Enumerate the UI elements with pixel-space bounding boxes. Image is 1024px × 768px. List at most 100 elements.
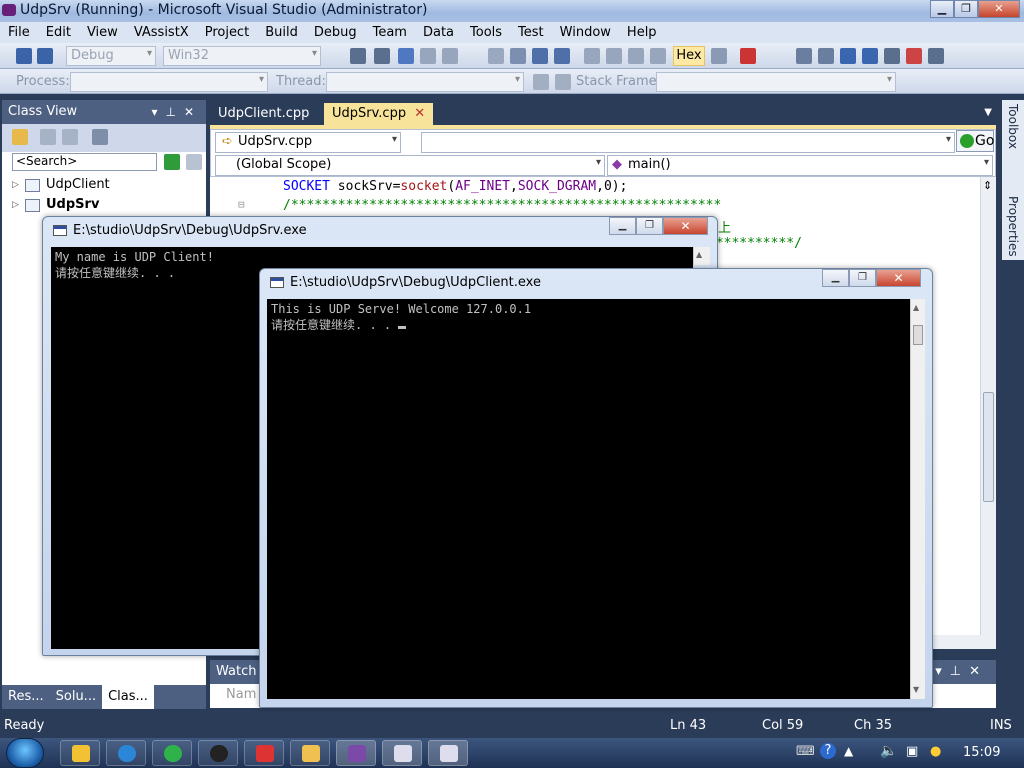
outdent-icon[interactable]: [374, 48, 390, 64]
keyboard-icon[interactable]: ⌨: [796, 744, 815, 759]
tab-udpclient-cpp[interactable]: UdpClient.cpp: [210, 103, 317, 126]
clear-search-icon[interactable]: [186, 154, 202, 170]
menu-vassistx[interactable]: VAssistX: [126, 25, 197, 40]
tab-solution-explorer[interactable]: Solu...: [50, 685, 102, 709]
taskbar-console-2[interactable]: [428, 740, 468, 766]
taskbar-qq[interactable]: [198, 740, 238, 766]
taskbar-ie[interactable]: [106, 740, 146, 766]
open-file-icon[interactable]: [862, 48, 878, 64]
menu-edit[interactable]: Edit: [38, 25, 79, 40]
show-next-statement-icon[interactable]: [650, 48, 666, 64]
close-button[interactable]: ✕: [978, 0, 1020, 18]
close-tab-icon[interactable]: ✕: [414, 106, 425, 121]
restart-icon[interactable]: [554, 48, 570, 64]
console-close-button[interactable]: ✕: [876, 269, 921, 287]
step-out-icon[interactable]: [628, 48, 644, 64]
hex-toggle-button[interactable]: Hex: [673, 46, 705, 66]
forward-icon[interactable]: [62, 129, 78, 145]
tab-udpsrv-cpp[interactable]: UdpSrv.cpp ✕: [324, 103, 434, 126]
flag-icon[interactable]: [533, 74, 549, 90]
step-over-icon[interactable]: [606, 48, 622, 64]
menu-file[interactable]: File: [0, 25, 38, 40]
panel-controls[interactable]: ▾⊥✕: [151, 100, 202, 124]
find-icon[interactable]: [796, 48, 812, 64]
editor-vertical-scrollbar[interactable]: ⇕: [980, 177, 996, 635]
file-combo[interactable]: ➪ UdpSrv.cpp: [215, 132, 401, 153]
console-window-udpclient[interactable]: E:\studio\UdpSrv\Debug\UdpClient.exe ▁ ❐…: [259, 268, 933, 708]
braces-icon[interactable]: [884, 48, 900, 64]
menu-tools[interactable]: Tools: [462, 25, 510, 40]
step-into-icon[interactable]: [584, 48, 600, 64]
maximize-button[interactable]: ❐: [954, 0, 978, 18]
menu-test[interactable]: Test: [510, 25, 552, 40]
search-go-icon[interactable]: [164, 154, 180, 170]
comment-icon[interactable]: [398, 48, 414, 64]
next-bookmark-icon[interactable]: [442, 48, 458, 64]
console-scroll-thumb[interactable]: [913, 325, 923, 345]
taskbar-explorer[interactable]: [290, 740, 330, 766]
console-maximize-button[interactable]: ❐: [636, 217, 663, 235]
menu-project[interactable]: Project: [197, 25, 257, 40]
indent-icon[interactable]: [350, 48, 366, 64]
properties-tab[interactable]: Properties: [1006, 196, 1020, 257]
pause-icon[interactable]: [510, 48, 526, 64]
menu-window[interactable]: Window: [552, 25, 619, 40]
configuration-select[interactable]: Debug: [66, 46, 156, 66]
start-button[interactable]: [6, 738, 44, 768]
menu-view[interactable]: View: [79, 25, 126, 40]
tab-list-icon[interactable]: ▼: [984, 107, 992, 118]
help-icon[interactable]: ?: [820, 743, 836, 759]
save-icon[interactable]: [16, 48, 32, 64]
bookmark-icon[interactable]: [420, 48, 436, 64]
network-icon[interactable]: ▣: [906, 744, 918, 759]
save-all-icon[interactable]: [37, 48, 53, 64]
taskbar-app-1[interactable]: [60, 740, 100, 766]
function-combo[interactable]: ◆ main(): [607, 155, 993, 176]
console-maximize-button[interactable]: ❐: [849, 269, 876, 287]
flag-threads-icon[interactable]: [555, 74, 571, 90]
process-select[interactable]: [70, 72, 268, 92]
scope-combo[interactable]: (Global Scope): [215, 155, 605, 176]
taskbar-console-1[interactable]: [382, 740, 422, 766]
editor-scroll-thumb[interactable]: [983, 392, 994, 502]
menu-team[interactable]: Team: [365, 25, 415, 40]
qq-tray-icon[interactable]: ●: [930, 744, 941, 759]
menu-help[interactable]: Help: [619, 25, 665, 40]
menu-data[interactable]: Data: [415, 25, 462, 40]
stack-frame-select[interactable]: [656, 72, 896, 92]
console-scrollbar[interactable]: ▲: [693, 247, 710, 265]
windows-icon[interactable]: [740, 48, 756, 64]
menu-build[interactable]: Build: [257, 25, 306, 40]
tab-class-view[interactable]: Clas...: [102, 685, 154, 709]
taskbar-msdn[interactable]: [244, 740, 284, 766]
console-minimize-button[interactable]: ▁: [609, 217, 636, 235]
minimize-button[interactable]: ▁: [930, 0, 954, 18]
platform-select[interactable]: Win32: [163, 46, 321, 66]
settings-icon[interactable]: [92, 129, 108, 145]
spell-check-icon[interactable]: [906, 48, 922, 64]
tree-item-udpclient[interactable]: UdpClient: [8, 176, 110, 196]
menu-debug[interactable]: Debug: [306, 25, 365, 40]
console-close-button[interactable]: ✕: [663, 217, 708, 235]
console-minimize-button[interactable]: ▁: [822, 269, 849, 287]
member-search-combo[interactable]: [421, 132, 955, 153]
console-scrollbar[interactable]: ▲ ▼: [910, 299, 925, 699]
tray-expand-icon[interactable]: ▲: [844, 744, 853, 758]
toolbox-tab[interactable]: Toolbox: [1006, 104, 1020, 149]
collapse-icon[interactable]: ⊟: [238, 198, 245, 211]
clock[interactable]: 15:09: [963, 745, 1000, 760]
continue-icon[interactable]: [488, 48, 504, 64]
breakpoints-icon[interactable]: [711, 48, 727, 64]
taskbar-app-3[interactable]: [152, 740, 192, 766]
tree-item-udpsrv[interactable]: UdpSrv: [8, 196, 110, 216]
taskbar-visual-studio[interactable]: [336, 740, 376, 766]
volume-icon[interactable]: 🔈: [880, 743, 897, 759]
back-icon[interactable]: [40, 129, 56, 145]
extension-icon[interactable]: [928, 48, 944, 64]
tab-resource-view[interactable]: Res...: [2, 685, 50, 709]
stop-icon[interactable]: [532, 48, 548, 64]
split-icon[interactable]: ⇕: [983, 179, 992, 192]
new-folder-icon[interactable]: [12, 129, 28, 145]
class-search-input[interactable]: <Search>: [12, 153, 157, 171]
find-symbol-icon[interactable]: [818, 48, 834, 64]
